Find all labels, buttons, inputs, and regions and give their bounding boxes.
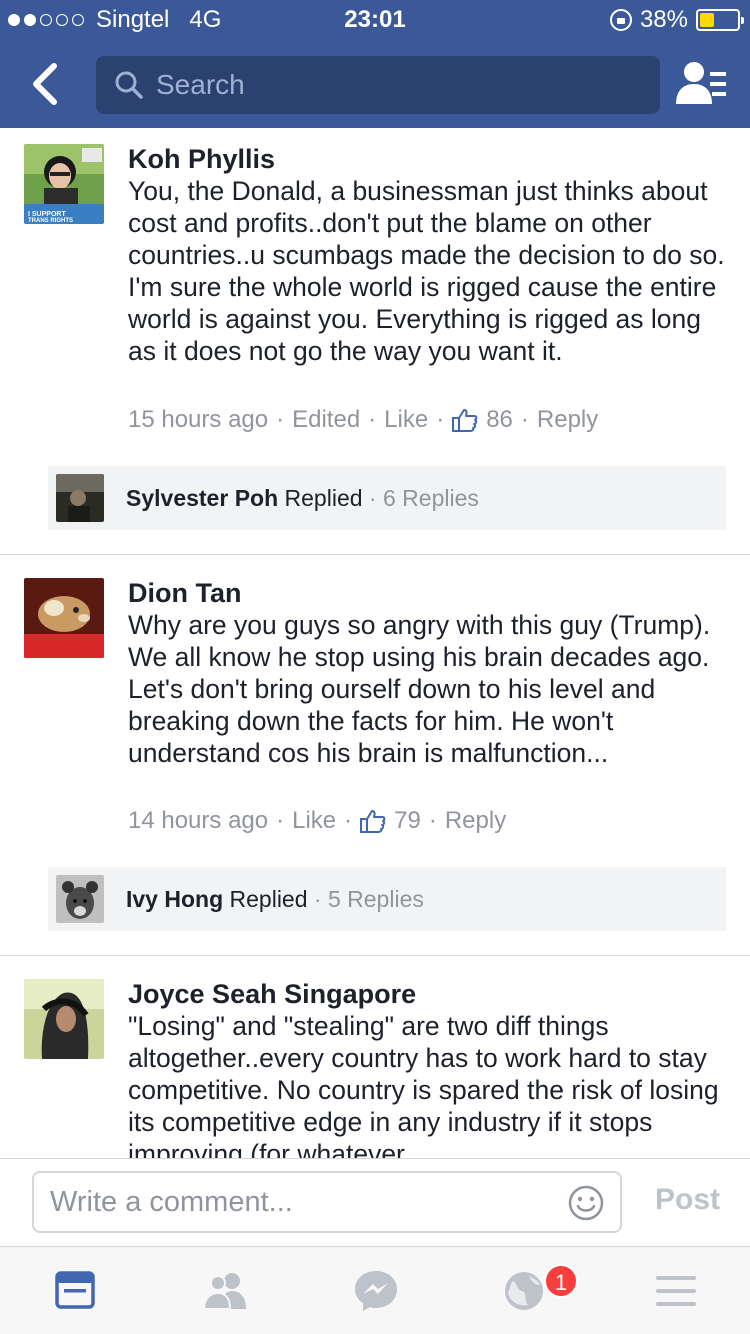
emoji-icon[interactable] bbox=[568, 1185, 604, 1221]
comment-meta: 15 hours ago · Edited · Like · 86 · Repl… bbox=[128, 406, 599, 434]
comment-time[interactable]: 14 hours ago bbox=[128, 807, 268, 835]
search-icon bbox=[115, 71, 143, 99]
menu-icon[interactable] bbox=[652, 1267, 700, 1315]
tab-bar bbox=[0, 1246, 750, 1334]
avatar[interactable] bbox=[24, 979, 104, 1059]
friends-icon[interactable] bbox=[202, 1267, 250, 1315]
news-feed-icon[interactable] bbox=[54, 1267, 102, 1315]
friend-requests-icon[interactable] bbox=[676, 60, 728, 108]
avatar[interactable]: I SUPPORT TRANS RIGHTS bbox=[24, 144, 104, 224]
comment-text: "Losing" and "stealing" are two diff thi… bbox=[128, 1011, 719, 1158]
avatar[interactable] bbox=[24, 578, 104, 658]
status-right: 38% bbox=[609, 6, 744, 34]
reply-link[interactable]: Reply bbox=[445, 807, 506, 835]
thumbs-up-icon bbox=[452, 409, 478, 432]
replies-preview[interactable]: Ivy Hong Replied · 5 Replies bbox=[48, 867, 726, 931]
comment-composer: Write a comment... Post bbox=[0, 1158, 750, 1246]
like-link[interactable]: Like bbox=[292, 807, 336, 835]
search-bar[interactable]: Search bbox=[96, 56, 660, 114]
svg-text:I SUPPORT: I SUPPORT bbox=[28, 211, 66, 218]
divider bbox=[0, 554, 750, 555]
comment-text: Why are you guys so angry with this guy … bbox=[128, 610, 711, 768]
avatar bbox=[56, 474, 104, 522]
avatar bbox=[56, 875, 104, 923]
status-bar: Singtel 4G 23:01 38% bbox=[0, 0, 750, 40]
comments-list: I SUPPORT TRANS RIGHTS Koh Phyllis You, … bbox=[0, 128, 750, 1158]
divider bbox=[0, 955, 750, 956]
replier-name: Sylvester Poh bbox=[126, 484, 279, 511]
thumbs-up-icon bbox=[360, 810, 386, 833]
edited-label[interactable]: Edited bbox=[292, 406, 360, 434]
back-chevron-icon[interactable] bbox=[26, 62, 66, 106]
comment-meta: 14 hours ago · Like · 79 · Reply bbox=[128, 807, 507, 835]
comment-author[interactable]: Joyce Seah Singapore bbox=[128, 979, 416, 1010]
comment-placeholder: Write a comment... bbox=[50, 1185, 293, 1218]
post-button[interactable]: Post bbox=[655, 1183, 720, 1217]
svg-text:TRANS RIGHTS: TRANS RIGHTS bbox=[28, 218, 73, 224]
top-header: Singtel 4G 23:01 38% Search bbox=[0, 0, 750, 128]
reply-link[interactable]: Reply bbox=[537, 406, 598, 434]
comment-author[interactable]: Dion Tan bbox=[128, 578, 241, 609]
search-placeholder: Search bbox=[156, 69, 245, 100]
replies-preview[interactable]: Sylvester Poh Replied · 6 Replies bbox=[48, 466, 726, 530]
reply-count: 6 Replies bbox=[382, 484, 479, 511]
rotation-lock-icon bbox=[609, 9, 632, 31]
replier-name: Ivy Hong bbox=[126, 885, 224, 912]
replied-label: Replied bbox=[284, 484, 363, 511]
comment-time[interactable]: 15 hours ago bbox=[128, 406, 268, 434]
like-count[interactable]: 79 bbox=[394, 807, 421, 835]
like-link[interactable]: Like bbox=[384, 406, 428, 434]
comment-text: You, the Donald, a businessman just thin… bbox=[128, 176, 725, 366]
reply-count: 5 Replies bbox=[327, 885, 424, 912]
notification-badge: 1 bbox=[544, 1264, 578, 1298]
battery-icon bbox=[696, 9, 744, 31]
comment-input[interactable]: Write a comment... bbox=[32, 1171, 622, 1233]
notifications-globe-icon[interactable] bbox=[502, 1267, 550, 1315]
battery-percent: 38% bbox=[639, 6, 688, 33]
like-count[interactable]: 86 bbox=[486, 406, 513, 434]
comment-author[interactable]: Koh Phyllis bbox=[128, 144, 275, 175]
replied-label: Replied bbox=[229, 885, 308, 912]
messenger-icon[interactable] bbox=[352, 1267, 400, 1315]
